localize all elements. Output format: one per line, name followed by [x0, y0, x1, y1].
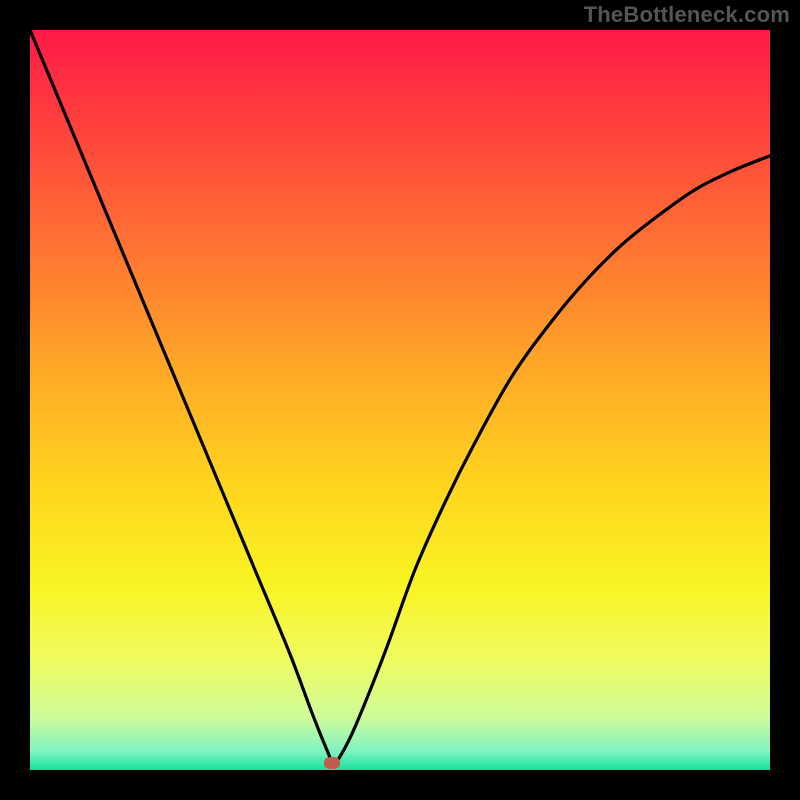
- watermark-text: TheBottleneck.com: [584, 2, 790, 28]
- minimum-marker: [324, 757, 340, 769]
- chart-frame: TheBottleneck.com: [0, 0, 800, 800]
- bottleneck-curve: [30, 30, 770, 770]
- plot-area: [30, 30, 770, 770]
